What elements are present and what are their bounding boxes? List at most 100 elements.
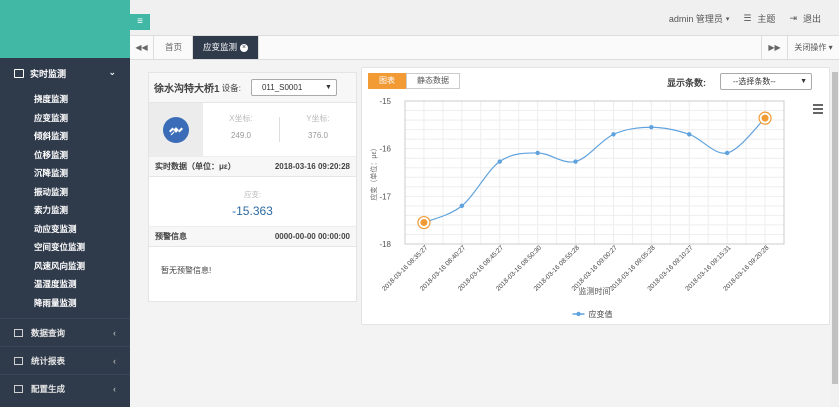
scrollbar-thumb[interactable] (832, 72, 838, 384)
sidebar-item-spatial-displacement[interactable]: 空间变位监测 (0, 238, 130, 257)
close-tab-icon[interactable]: × (240, 43, 249, 52)
alarm-message: 暂无预警信息! (161, 266, 212, 275)
x-coordinate: X坐标: 249.0 (203, 103, 279, 156)
sidebar-item-data-query[interactable]: 数据查询 ‹ (0, 318, 130, 346)
sidebar-item-settlement[interactable]: 沉降监测 (0, 164, 130, 183)
x-tick-label: 2018-03-16 08:50:30 (495, 244, 543, 292)
top-right-actions: admin 管理员 ▾ ☰ 主题 ⇥ 退出 (655, 12, 821, 25)
y-tick-label: -17 (379, 192, 391, 201)
sidebar: 实时监测 ⌄ 挠度监测 应变监测 倾斜监测 位移监测 沉降监测 振动监测 索力监… (0, 0, 130, 407)
chevron-down-icon: ▼ (800, 78, 807, 85)
content-area: 徐水沟特大桥1 设备: 011_S0001 ▼ X坐标: 249.0 Y坐标: … (130, 60, 839, 407)
y-coordinate: Y坐标: 376.0 (280, 103, 356, 156)
y-tick-label: -15 (379, 97, 391, 106)
y-axis-label: 应变（单位：με） (369, 144, 378, 200)
x-coordinate-value: 249.0 (230, 131, 252, 140)
chevron-left-icon: ‹ (113, 327, 116, 338)
sidebar-item-label: 统计报表 (31, 355, 66, 366)
tab-bar: ◀◀ 首页 应变监测 × ▶▶ 关闭操作 ▾ (130, 36, 839, 60)
x-tick-label: 2018-03-16 09:20:28 (722, 244, 770, 292)
tab-bar-right: ▶▶ 关闭操作 ▾ (761, 36, 839, 59)
device-select[interactable]: 011_S0001 ▼ (250, 79, 337, 96)
tab-home[interactable]: 首页 (155, 36, 194, 59)
theme-button[interactable]: ☰ 主题 (743, 12, 775, 25)
sidebar-item-dynamic-strain[interactable]: 动应变监测 (0, 220, 130, 239)
sidebar-item-wind[interactable]: 风速风向监测 (0, 257, 130, 276)
close-operations-button[interactable]: 关闭操作 ▾ (787, 36, 839, 59)
logout-icon: ⇥ (789, 13, 797, 23)
x-tick-label: 2018-03-16 08:35:27 (381, 244, 429, 292)
x-tick-label: 2018-03-16 08:45:27 (457, 244, 505, 292)
x-tick-label: 2018-03-16 09:15:31 (684, 244, 732, 292)
sidebar-item-deflection[interactable]: 挠度监测 (0, 90, 130, 109)
strain-label: 应变: (243, 190, 262, 199)
extreme-marker (758, 111, 772, 125)
chevron-down-icon: ⌄ (108, 67, 116, 77)
sidebar-item-tilt[interactable]: 倾斜监测 (0, 127, 130, 146)
x-tick-label: 2018-03-16 09:00:27 (571, 244, 619, 292)
monitor-icon (14, 68, 24, 78)
sidebar-item-label: 配置生成 (31, 383, 66, 394)
tab-scroll-left-icon[interactable]: ◀◀ (130, 36, 154, 59)
data-point (687, 132, 692, 137)
logout-button[interactable]: ⇥ 退出 (789, 12, 821, 25)
series-line (423, 117, 766, 224)
config-icon (14, 384, 23, 393)
data-point (459, 203, 465, 209)
sidebar-item-vibration[interactable]: 振动监测 (0, 183, 130, 202)
x-coordinate-label: X坐标: (229, 114, 253, 123)
data-point (724, 150, 730, 156)
alarm-time: 0000-00-00 00:00:00 (274, 232, 350, 241)
list-icon: ☰ (743, 13, 752, 23)
legend-label: 应变值 (589, 309, 613, 319)
data-point (573, 159, 578, 164)
count-label: 显示条数: (667, 78, 706, 88)
data-point (649, 125, 654, 130)
legend-marker (576, 311, 581, 317)
sidebar-item-temp-humidity[interactable]: 温湿度监测 (0, 275, 130, 294)
x-tick-label: 2018-03-16 09:10:27 (646, 244, 694, 292)
chevron-left-icon: ‹ (113, 383, 116, 394)
realtime-data-header: 实时数据（单位：με） 2018-03-16 09:20:28 (149, 157, 356, 177)
device-info-panel: 徐水沟特大桥1 设备: 011_S0001 ▼ X坐标: 249.0 Y坐标: … (148, 72, 357, 302)
bar-chart-icon (14, 356, 23, 365)
strain-line-chart: -15 -16 -17 -18 应变（单位：με） 2018-03-16 08:35:27… (369, 97, 785, 319)
count-select-value: --选择条数-- (733, 77, 776, 86)
extreme-marker-dot (761, 114, 769, 122)
user-name: admin 管理员 (668, 14, 723, 24)
satellite-icon (163, 117, 189, 143)
logo (0, 0, 130, 58)
bridge-name: 徐水沟特大桥1 (154, 84, 220, 95)
sidebar-group-label: 实时监测 (30, 68, 67, 79)
chart-view-button[interactable]: 图表 (368, 73, 406, 89)
tab-scroll-right-icon[interactable]: ▶▶ (761, 36, 787, 59)
static-data-button[interactable]: 静态数据 (406, 73, 460, 89)
extreme-marker (417, 215, 431, 230)
sidebar-item-reports[interactable]: 统计报表 ‹ (0, 346, 130, 374)
sidebar-item-rainfall[interactable]: 降雨量监测 (0, 294, 130, 313)
sidebar-item-displacement[interactable]: 位移监测 (0, 146, 130, 165)
alarm-header: 预警信息 0000-00-00 00:00:00 (149, 227, 356, 247)
theme-label: 主题 (757, 14, 776, 24)
user-menu[interactable]: admin 管理员 ▾ (669, 12, 730, 25)
x-axis-label: 监测时间 (579, 286, 611, 296)
extreme-marker-dot (420, 219, 428, 227)
sidebar-item-config[interactable]: 配置生成 ‹ (0, 374, 130, 402)
bridge-header: 徐水沟特大桥1 设备: 011_S0001 ▼ (149, 73, 356, 103)
caret-down-icon: ▾ (725, 15, 730, 23)
sidebar-item-strain[interactable]: 应变监测 (0, 109, 130, 128)
sidebar-group-realtime[interactable]: 实时监测 ⌄ (0, 58, 130, 88)
sidebar-item-cable-force[interactable]: 索力监测 (0, 201, 130, 220)
tab-strain-monitor[interactable]: 应变监测 × (193, 36, 260, 59)
y-coordinate-value: 376.0 (307, 131, 329, 140)
chevron-left-icon: ‹ (113, 355, 116, 366)
menu-toggle-icon[interactable]: ≡ (130, 14, 150, 30)
page-scrollbar[interactable] (831, 60, 839, 407)
count-select[interactable]: --选择条数-- ▼ (720, 73, 812, 90)
satellite-icon-box (149, 103, 203, 157)
strain-value: -15.363 (232, 204, 273, 218)
chart-menu-icon[interactable] (813, 104, 823, 116)
alarm-label: 预警信息 (155, 232, 187, 241)
data-point (497, 159, 502, 164)
logout-label: 退出 (802, 14, 821, 24)
